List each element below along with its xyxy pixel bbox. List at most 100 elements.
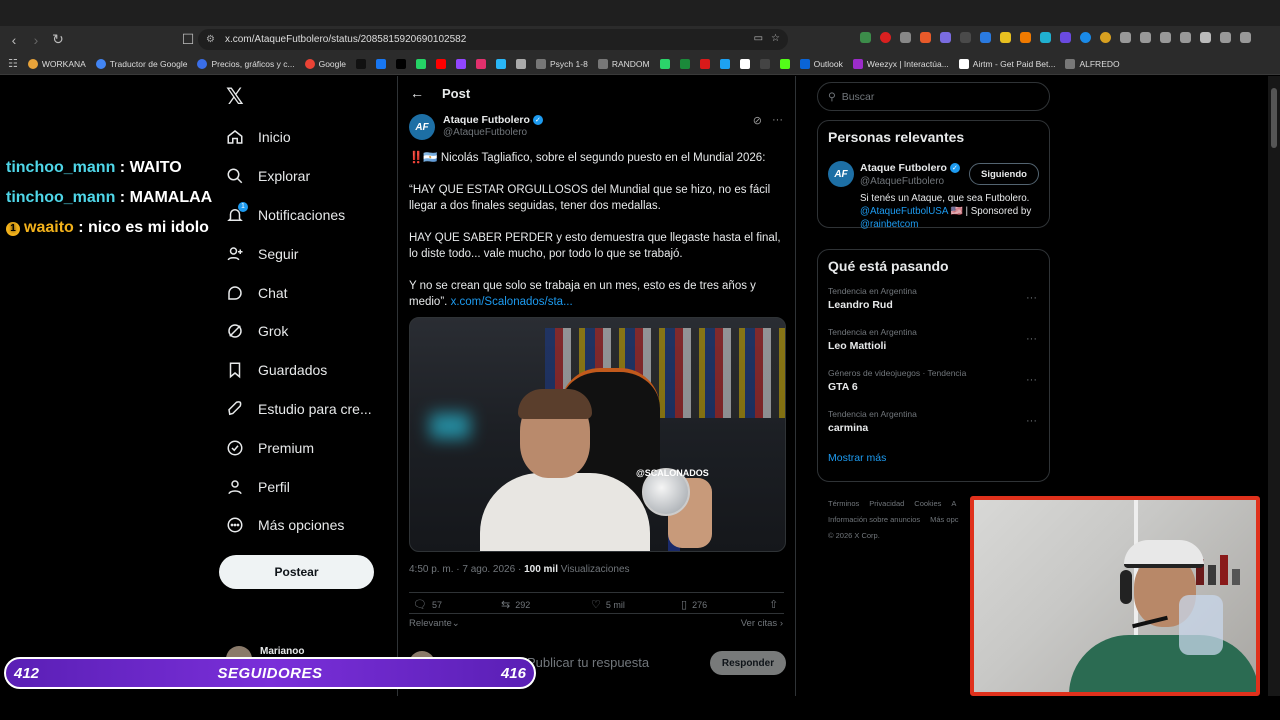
address-bar[interactable]: ⚙ x.com/AtaqueFutbolero/status/208581592… [198,29,788,50]
footer-link[interactable]: © 2026 X Corp. [828,531,880,540]
extension-icon[interactable] [960,32,971,43]
bio-link[interactable]: @rainbetcom [860,219,918,230]
bookmark-item[interactable]: Weezyx | Interactúa... [852,58,949,69]
reply-action[interactable]: 🗨 57 [413,598,442,611]
extension-icon[interactable] [980,32,991,43]
bookmark-item[interactable]: RANDOM [597,58,650,69]
post-link[interactable]: x.com/Scalonados/sta... [451,296,573,308]
share-action[interactable]: ⇧ [769,598,778,611]
nav-item-perfil[interactable]: Perfil [224,467,394,506]
bookmark-page-icon[interactable]: ☐ [178,30,198,50]
extension-icon[interactable] [1100,32,1111,43]
post-time[interactable]: 4:50 p. m. · 7 ago. 2026 · [409,564,521,575]
bookmark-item[interactable] [759,58,770,69]
sidebar-icon[interactable] [1160,32,1171,43]
nav-item-notificaciones[interactable]: 1 Notificaciones [224,196,394,235]
post-media-video[interactable]: @SCALONADOS [409,317,786,552]
extension-icon[interactable] [1000,32,1011,43]
more-options-icon[interactable]: ··· [1026,333,1037,345]
shield-icon[interactable] [1220,32,1231,43]
footer-link[interactable]: Términos [828,499,859,508]
bookmark-item[interactable]: Psych 1-8 [536,58,588,69]
x-logo[interactable]: 𝕏 [226,84,244,110]
bookmark-item[interactable] [456,58,467,69]
author-handle[interactable]: @AtaqueFutbolero [443,127,543,138]
reading-list-icon[interactable] [1140,32,1151,43]
nav-item-guardados[interactable]: Guardados [224,351,394,390]
nav-item-chat[interactable]: Chat [224,273,394,312]
bookmark-item[interactable]: WORKANA [27,58,86,69]
page-scrollbar[interactable] [1268,76,1280,696]
extension-icon[interactable] [860,32,871,43]
grok-icon[interactable]: ⊘ [753,114,762,127]
bookmark-action[interactable]: ▯ 276 [681,598,707,611]
trend-item[interactable]: Géneros de videojuegos · Tendencia GTA 6 ·… [818,362,1049,403]
following-button[interactable]: Siguiendo [969,163,1039,185]
footer-link[interactable]: A [951,499,956,508]
bookmark-item[interactable]: Outlook [799,58,843,69]
like-action[interactable]: ♡ 5 mil [591,598,625,611]
scrollbar-thumb[interactable] [1271,88,1277,148]
bookmark-item[interactable] [719,58,730,69]
bookmark-item[interactable]: Traductor de Google [95,58,187,69]
extension-icon[interactable] [880,32,891,43]
menu-icon[interactable] [1240,32,1251,43]
author-avatar[interactable]: AF [409,114,435,140]
nav-item-estudio-para-cre[interactable]: Estudio para cre... [224,390,394,429]
back-icon[interactable]: ‹ [4,30,24,50]
extension-icon[interactable] [1040,32,1051,43]
bookmark-item[interactable] [739,58,750,69]
bookmark-item[interactable] [356,58,367,69]
relevant-handle[interactable]: @AtaqueFutbolero [860,176,944,187]
reply-button[interactable]: Responder [710,651,786,675]
bookmark-item[interactable] [476,58,487,69]
trend-item[interactable]: Tendencia en Argentina Leo Mattioli ··· [818,321,1049,362]
view-quotes-link[interactable]: Ver citas › [741,618,783,629]
bookmark-item[interactable] [679,58,690,69]
back-arrow-icon[interactable]: ← [410,85,424,101]
bookmark-item[interactable]: Airtm - Get Paid Bet... [958,58,1055,69]
more-options-icon[interactable]: ··· [1026,415,1037,427]
nav-item-más-opciones[interactable]: Más opciones [224,506,394,545]
ai-icon[interactable] [1200,32,1211,43]
bookmark-item[interactable] [416,58,427,69]
bookmark-item[interactable] [396,58,407,69]
puzzle-icon[interactable] [1120,32,1131,43]
bookmark-item[interactable] [779,58,790,69]
post-button[interactable]: Postear [219,555,374,589]
forward-icon[interactable]: › [26,30,46,50]
extension-icon[interactable] [940,32,951,43]
footer-link[interactable]: Información sobre anuncios [828,515,920,524]
trend-item[interactable]: Tendencia en Argentina Leandro Rud ··· [818,280,1049,321]
apps-icon[interactable]: ☷ [8,57,18,70]
repost-action[interactable]: ⇆ 292 [501,598,530,611]
cast-icon[interactable]: ▭ [754,33,763,44]
reply-input[interactable]: Publicar tu respuesta [527,655,649,670]
wallet-icon[interactable] [1180,32,1191,43]
post-author[interactable]: AF Ataque Futbolero ✓ @AtaqueFutbolero [409,114,543,140]
bio-link[interactable]: @AtaqueFutbolUSA [860,206,948,217]
trend-item[interactable]: Tendencia en Argentina carmina ··· [818,403,1049,444]
bookmark-item[interactable]: ALFREDO [1065,58,1120,69]
nav-item-inicio[interactable]: Inicio [224,118,394,157]
author-name[interactable]: Ataque Futbolero ✓ [443,114,543,126]
bookmark-item[interactable] [659,58,670,69]
bookmark-item[interactable] [436,58,447,69]
relevant-name[interactable]: Ataque Futbolero ✓ [860,162,960,174]
footer-link[interactable]: Privacidad [869,499,904,508]
bookmark-item[interactable] [376,58,387,69]
more-options-icon[interactable]: ··· [772,114,783,127]
extension-icon[interactable] [1060,32,1071,43]
replies-sort[interactable]: Relevante⌄ [409,618,460,629]
extension-icon[interactable] [920,32,931,43]
bookmark-item[interactable] [699,58,710,69]
bookmark-item[interactable]: Precios, gráficos y c... [197,58,295,69]
show-more-link[interactable]: Mostrar más [818,444,1049,474]
nav-item-premium[interactable]: Premium [224,428,394,467]
footer-link[interactable]: Cookies [914,499,941,508]
reload-icon[interactable]: ↻ [48,30,68,50]
bookmark-item[interactable] [496,58,507,69]
extension-icon[interactable] [900,32,911,43]
star-icon[interactable]: ☆ [771,33,780,44]
nav-item-explorar[interactable]: Explorar [224,157,394,196]
